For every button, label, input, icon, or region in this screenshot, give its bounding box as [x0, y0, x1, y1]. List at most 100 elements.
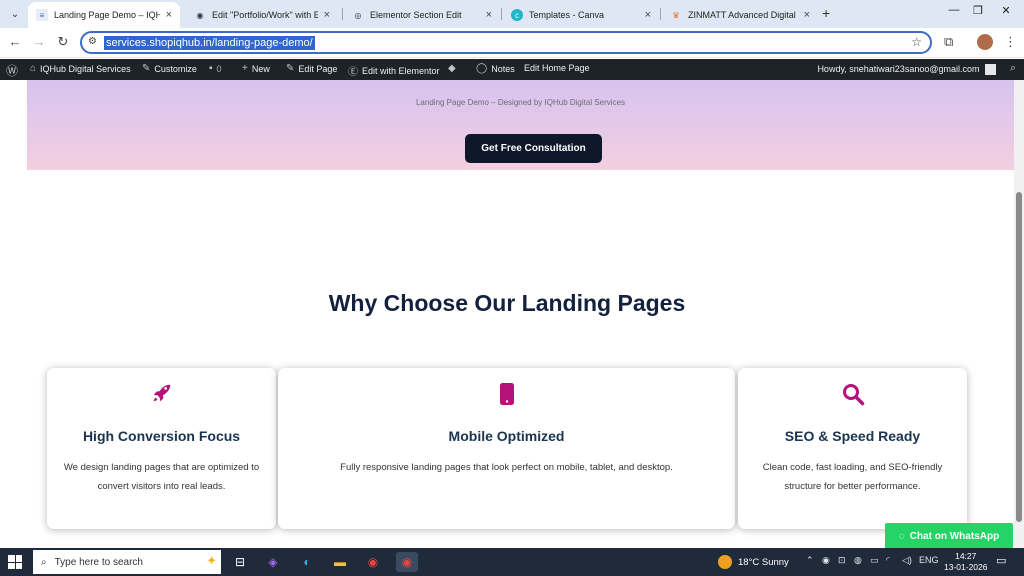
- section-title: Why Choose Our Landing Pages: [328, 290, 686, 316]
- taskbar-search-placeholder: Type here to search: [54, 556, 143, 568]
- chat-on-whatsapp-button[interactable]: ◌ Chat on WhatsApp: [885, 523, 1013, 550]
- language-indicator[interactable]: ENG: [919, 555, 939, 565]
- page-content: Landing Page Demo – Designed by IQHub Di…: [0, 80, 1014, 548]
- tab-search-button[interactable]: ⌄: [6, 5, 24, 23]
- browser-toolbar: ← → ↻ ⚙ services.shopiqhub.in/landing-pa…: [0, 28, 1024, 58]
- wp-edit-with-elementor[interactable]: Ⓔ Edit with Elementor: [348, 63, 440, 79]
- hero-subtitle: Landing Page Demo – Designed by IQHub Di…: [415, 98, 625, 107]
- speech-bubble-icon: ◯: [476, 63, 488, 74]
- tray-record-icon[interactable]: ◉: [822, 555, 830, 566]
- url-text[interactable]: services.shopiqhub.in/landing-page-demo/: [104, 36, 315, 50]
- dashboard-icon: ⌂: [30, 63, 37, 74]
- card-heading: Mobile Optimized: [448, 428, 565, 444]
- tab-canva-templates[interactable]: c Templates - Canva ×: [503, 2, 659, 28]
- card-text: Clean code, fast loading, and SEO-friend…: [762, 462, 943, 492]
- chrome-active-icon[interactable]: ◉: [396, 552, 418, 572]
- bookmark-star-icon[interactable]: ☆: [911, 35, 922, 49]
- wordpress-icon: ◉: [196, 10, 204, 20]
- scrollbar-thumb[interactable]: [1016, 192, 1022, 522]
- globe-icon: ◎: [354, 10, 362, 20]
- windows-taskbar: ⌕ Type here to search ✦ ⊟ ◈ ◐ ▬ ◉ ◉ 18°C…: [0, 548, 1024, 576]
- close-tab-icon[interactable]: ×: [645, 9, 651, 21]
- wp-comments[interactable]: ▪ 0: [209, 63, 222, 74]
- wp-edit-page[interactable]: ✎ Edit Page: [286, 63, 337, 74]
- tray-chevron-icon[interactable]: ⌃: [806, 555, 814, 566]
- whatsapp-icon: ◌: [898, 531, 905, 542]
- weather-text: 18°C Sunny: [738, 556, 789, 568]
- feature-card-mobile-optimized: Mobile Optimized Fully responsive landin…: [278, 368, 735, 529]
- tab-zinmatt[interactable]: ♛ ZINMATT Advanced Digital Mar ×: [662, 2, 818, 28]
- elementor-icon: Ⓔ: [348, 67, 358, 78]
- wp-search-icon[interactable]: ⌕: [1010, 62, 1016, 75]
- tab-strip: ⌄ ≡ Landing Page Demo – IQHub D × ◉ Edit…: [0, 0, 1024, 28]
- search-icon: [738, 382, 967, 408]
- edge-icon[interactable]: ◐: [296, 552, 318, 572]
- brush-icon: ✎: [142, 63, 151, 74]
- page-scrollbar[interactable]: [1014, 80, 1024, 548]
- rocket-icon: [47, 382, 276, 408]
- menu-icon[interactable]: ⋮: [1004, 34, 1017, 50]
- clock-time: 14:27: [955, 551, 977, 561]
- tab-title: ZINMATT Advanced Digital Mar: [688, 10, 798, 20]
- tab-title: Edit "Portfolio/Work" with Elem: [212, 10, 318, 20]
- close-window-icon[interactable]: ✕: [984, 4, 1024, 17]
- site-info-icon[interactable]: ⚙: [88, 36, 97, 47]
- reload-icon[interactable]: ↻: [54, 34, 72, 50]
- close-tab-icon[interactable]: ×: [324, 9, 330, 21]
- close-tab-icon[interactable]: ×: [486, 9, 492, 21]
- site-favicon-icon: ≡: [36, 9, 48, 21]
- copilot-icon[interactable]: ◈: [262, 552, 284, 572]
- wp-site-name[interactable]: ⌂ IQHub Digital Services: [30, 63, 131, 74]
- hero-section: Landing Page Demo – Designed by IQHub Di…: [27, 80, 1014, 170]
- chrome-icon[interactable]: ◉: [362, 552, 384, 572]
- mobile-icon: [278, 382, 735, 408]
- speaker-icon[interactable]: ◁): [902, 555, 912, 566]
- extensions-icon[interactable]: ⧉: [944, 34, 953, 50]
- task-view-icon[interactable]: ⊟: [229, 552, 251, 572]
- taskbar-clock[interactable]: 14:27 13-01-2026: [944, 551, 987, 573]
- tab-title: Elementor Section Edit: [370, 10, 462, 20]
- tray-app-icon[interactable]: ⊡: [838, 555, 846, 566]
- canva-icon: c: [511, 9, 523, 21]
- card-heading: High Conversion Focus: [82, 428, 241, 444]
- back-icon[interactable]: ←: [6, 34, 24, 49]
- get-free-consultation-button[interactable]: Get Free Consultation: [465, 134, 602, 163]
- tab-edit-portfolio[interactable]: ◉ Edit "Portfolio/Work" with Elem ×: [186, 2, 338, 28]
- tray-chrome-icon[interactable]: ◍: [854, 555, 862, 566]
- feature-card-seo-speed: SEO & Speed Ready Clean code, fast loadi…: [738, 368, 967, 529]
- search-highlight-icon: ✦: [206, 553, 217, 568]
- wordpress-logo-icon[interactable]: Ⓦ: [6, 62, 22, 79]
- new-tab-button[interactable]: +: [822, 5, 830, 21]
- profile-avatar[interactable]: [977, 34, 993, 50]
- weather-widget[interactable]: 18°C Sunny: [718, 555, 789, 569]
- pencil-icon: ✎: [286, 63, 295, 74]
- card-heading: SEO & Speed Ready: [784, 428, 921, 444]
- address-bar[interactable]: ⚙ services.shopiqhub.in/landing-page-dem…: [80, 31, 932, 54]
- wp-edit-home-page[interactable]: Edit Home Page: [524, 63, 590, 73]
- tab-elementor-section-edit[interactable]: ◎ Elementor Section Edit ×: [344, 2, 500, 28]
- wp-notes[interactable]: ◯ Notes: [476, 63, 515, 74]
- wp-new[interactable]: + New: [242, 63, 270, 74]
- wifi-icon[interactable]: ◜: [886, 555, 890, 566]
- wp-admin-bar: Ⓦ ⌂ IQHub Digital Services ✎ Customize ▪ 0 …: [0, 59, 1024, 80]
- wp-customize[interactable]: ✎ Customize: [142, 63, 197, 74]
- tab-title: Templates - Canva: [529, 10, 605, 20]
- windows-start-icon[interactable]: [8, 555, 22, 569]
- close-tab-icon[interactable]: ×: [804, 9, 810, 21]
- tab-landing-page-demo[interactable]: ≡ Landing Page Demo – IQHub D ×: [28, 2, 180, 28]
- card-text: Fully responsive landing pages that look…: [340, 462, 673, 473]
- search-icon: ⌕: [41, 556, 47, 568]
- notification-icon[interactable]: ▭: [996, 554, 1006, 567]
- clock-date: 13-01-2026: [944, 562, 988, 572]
- wp-avatar: [985, 64, 996, 76]
- wp-account-greeting[interactable]: Howdy, snehatiwari23sanoo@gmail.com: [817, 64, 996, 76]
- taskbar-search-box[interactable]: ⌕ Type here to search ✦: [33, 550, 221, 574]
- file-explorer-icon[interactable]: ▬: [329, 552, 351, 572]
- close-tab-icon[interactable]: ×: [166, 9, 172, 21]
- battery-icon[interactable]: ▭: [870, 555, 879, 566]
- tab-title: Landing Page Demo – IQHub D: [54, 10, 160, 20]
- forward-icon[interactable]: →: [30, 34, 48, 49]
- wp-diamond-icon[interactable]: ◆: [448, 63, 460, 74]
- feature-card-high-conversion: High Conversion Focus We design landing …: [47, 368, 276, 529]
- sun-icon: [718, 555, 732, 569]
